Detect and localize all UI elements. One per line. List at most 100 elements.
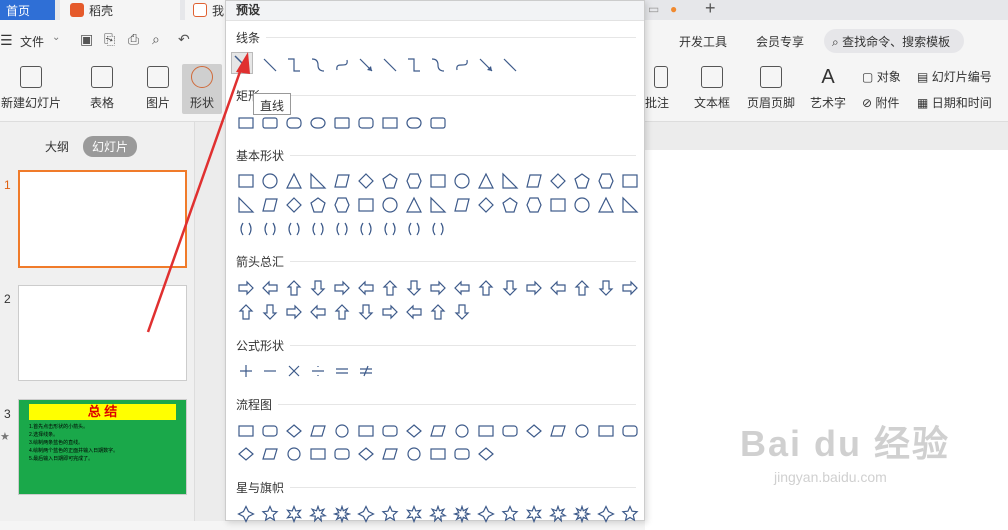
- row-eq-shape-icon[interactable]: [330, 359, 354, 383]
- row-stars-shape-icon[interactable]: [594, 502, 618, 526]
- row-basic2-shape-icon[interactable]: [426, 193, 450, 217]
- row-arrows1-shape-icon[interactable]: [498, 276, 522, 300]
- row-basic3-shape-icon[interactable]: [426, 217, 450, 241]
- row-arrows1-shape-icon[interactable]: [378, 276, 402, 300]
- slides-tab[interactable]: 幻灯片: [83, 136, 138, 157]
- hamburger-icon[interactable]: ☰: [0, 32, 13, 49]
- row-stars-shape-icon[interactable]: [570, 502, 594, 526]
- new-tab-icon[interactable]: +: [705, 0, 716, 19]
- row-arrows1-shape-icon[interactable]: [282, 276, 306, 300]
- row-flow2-shape-icon[interactable]: [234, 442, 258, 466]
- row-arrows1-shape-icon[interactable]: [474, 276, 498, 300]
- row-basic2-shape-icon[interactable]: [354, 193, 378, 217]
- row-basic3-shape-icon[interactable]: [282, 217, 306, 241]
- row-stars-shape-icon[interactable]: [234, 502, 258, 526]
- row-stars-shape-icon[interactable]: [258, 502, 282, 526]
- comment-button[interactable]: 批注: [642, 66, 672, 111]
- row-lines-shape-icon[interactable]: [450, 53, 474, 77]
- row-rect-shape-icon[interactable]: [378, 111, 402, 135]
- row-basic1-shape-icon[interactable]: [546, 169, 570, 193]
- row-rect-shape-icon[interactable]: [354, 111, 378, 135]
- row-flow2-shape-icon[interactable]: [306, 442, 330, 466]
- row-eq-shape-icon[interactable]: [258, 359, 282, 383]
- row-basic3-shape-icon[interactable]: [378, 217, 402, 241]
- row-arrows2-shape-icon[interactable]: [402, 300, 426, 324]
- row-basic1-shape-icon[interactable]: [378, 169, 402, 193]
- row-basic2-shape-icon[interactable]: [402, 193, 426, 217]
- row-basic2-shape-icon[interactable]: [306, 193, 330, 217]
- save-icon[interactable]: ▣: [80, 31, 93, 48]
- row-eq-shape-icon[interactable]: [234, 359, 258, 383]
- menu-member[interactable]: 会员专享: [756, 33, 804, 50]
- row-arrows1-shape-icon[interactable]: [258, 276, 282, 300]
- new-slide-button[interactable]: 新建幻灯片: [0, 66, 62, 111]
- row-stars-shape-icon[interactable]: [474, 502, 498, 526]
- outline-tab[interactable]: 大纲: [45, 138, 69, 155]
- row-basic1-shape-icon[interactable]: [354, 169, 378, 193]
- row-arrows1-shape-icon[interactable]: [522, 276, 546, 300]
- row-flow1-shape-icon[interactable]: [330, 419, 354, 443]
- row-flow1-shape-icon[interactable]: [234, 419, 258, 443]
- row-arrows1-shape-icon[interactable]: [426, 276, 450, 300]
- row-eq-shape-icon[interactable]: [306, 359, 330, 383]
- screen-icon[interactable]: ▭: [648, 2, 659, 16]
- row-eq-shape-icon[interactable]: [354, 359, 378, 383]
- row-basic2-shape-icon[interactable]: [258, 193, 282, 217]
- row-rect-shape-icon[interactable]: [330, 111, 354, 135]
- row-arrows1-shape-icon[interactable]: [570, 276, 594, 300]
- row-arrows1-shape-icon[interactable]: [330, 276, 354, 300]
- row-flow1-shape-icon[interactable]: [306, 419, 330, 443]
- row-stars-shape-icon[interactable]: [306, 502, 330, 526]
- row-basic1-shape-icon[interactable]: [522, 169, 546, 193]
- undo-icon[interactable]: ↶: [178, 31, 190, 48]
- row-flow2-shape-icon[interactable]: [450, 442, 474, 466]
- slide-number-button[interactable]: ▤ 幻灯片编号: [917, 68, 992, 85]
- menu-dev-tools[interactable]: 开发工具: [679, 33, 727, 50]
- row-lines-shape-icon[interactable]: [378, 53, 402, 77]
- row-rect-shape-icon[interactable]: [402, 111, 426, 135]
- row-lines-shape-icon[interactable]: [282, 53, 306, 77]
- row-basic1-shape-icon[interactable]: [570, 169, 594, 193]
- row-stars-shape-icon[interactable]: [498, 502, 522, 526]
- attachment-button[interactable]: ⊘ 附件: [862, 94, 899, 111]
- date-time-button[interactable]: ▦ 日期和时间: [917, 94, 992, 111]
- row-flow1-shape-icon[interactable]: [474, 419, 498, 443]
- row-flow1-shape-icon[interactable]: [546, 419, 570, 443]
- row-arrows2-shape-icon[interactable]: [330, 300, 354, 324]
- row-stars-shape-icon[interactable]: [546, 502, 570, 526]
- row-flow2-shape-icon[interactable]: [426, 442, 450, 466]
- row-stars-shape-icon[interactable]: [354, 502, 378, 526]
- row-lines-shape-icon[interactable]: [354, 53, 378, 77]
- row-arrows1-shape-icon[interactable]: [450, 276, 474, 300]
- row-arrows2-shape-icon[interactable]: [450, 300, 474, 324]
- row-flow1-shape-icon[interactable]: [378, 419, 402, 443]
- tab-presentation[interactable]: 我: [185, 0, 230, 20]
- row-lines-shape-icon[interactable]: [258, 53, 282, 77]
- row-basic1-shape-icon[interactable]: [426, 169, 450, 193]
- row-basic1-shape-icon[interactable]: [330, 169, 354, 193]
- row-arrows1-shape-icon[interactable]: [306, 276, 330, 300]
- export-icon[interactable]: ⎘: [104, 31, 115, 48]
- table-button[interactable]: 表格: [84, 66, 120, 111]
- print-icon[interactable]: ⎙: [128, 31, 139, 48]
- row-basic2-shape-icon[interactable]: [618, 193, 642, 217]
- row-stars-shape-icon[interactable]: [378, 502, 402, 526]
- row-basic1-shape-icon[interactable]: [450, 169, 474, 193]
- row-basic2-shape-icon[interactable]: [474, 193, 498, 217]
- chevron-down-icon[interactable]: ⌄: [52, 32, 60, 43]
- row-flow1-shape-icon[interactable]: [282, 419, 306, 443]
- row-stars-shape-icon[interactable]: [330, 502, 354, 526]
- row-flow2-shape-icon[interactable]: [354, 442, 378, 466]
- row-arrows1-shape-icon[interactable]: [546, 276, 570, 300]
- row-basic1-shape-icon[interactable]: [594, 169, 618, 193]
- row-basic3-shape-icon[interactable]: [306, 217, 330, 241]
- row-flow2-shape-icon[interactable]: [282, 442, 306, 466]
- row-basic1-shape-icon[interactable]: [498, 169, 522, 193]
- row-eq-shape-icon[interactable]: [282, 359, 306, 383]
- row-flow2-shape-icon[interactable]: [378, 442, 402, 466]
- tab-docer[interactable]: 稻壳: [60, 0, 180, 20]
- row-basic3-shape-icon[interactable]: [402, 217, 426, 241]
- row-lines-shape-icon[interactable]: [402, 53, 426, 77]
- row-basic2-shape-icon[interactable]: [378, 193, 402, 217]
- row-stars-shape-icon[interactable]: [426, 502, 450, 526]
